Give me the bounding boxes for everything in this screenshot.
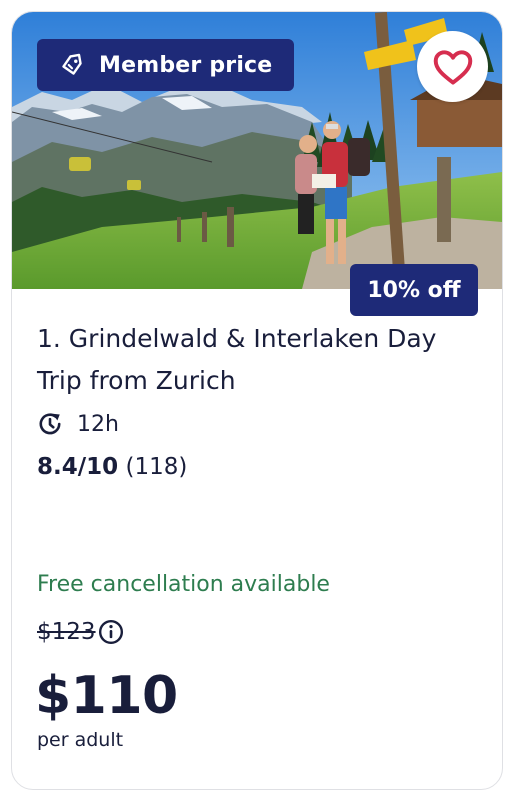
rating-score: 8.4/10 [37, 454, 119, 480]
price-unit: per adult [37, 729, 124, 751]
heart-icon [433, 49, 472, 85]
activity-card[interactable]: Member price 10% off 1. Grindelwald & In… [11, 11, 503, 790]
info-icon[interactable] [98, 619, 124, 645]
rating: 8.4/10 (118) [37, 454, 187, 480]
tag-icon [59, 52, 85, 78]
duration-text: 12h [77, 411, 119, 437]
original-price: $123 [37, 619, 96, 645]
hero-image[interactable]: Member price [12, 12, 502, 289]
clock-icon [39, 413, 61, 435]
free-cancellation: Free cancellation available [37, 572, 330, 597]
discount-badge: 10% off [350, 264, 478, 316]
member-price-badge: Member price [37, 39, 294, 91]
original-price-row: $123 [37, 619, 124, 645]
duration: 12h [37, 409, 119, 439]
activity-title[interactable]: 1. Grindelwald & Interlaken Day Trip fro… [37, 318, 477, 402]
review-count: (118) [125, 454, 188, 480]
member-price-label: Member price [99, 52, 273, 78]
current-price: $110 [35, 666, 178, 726]
favorite-button[interactable] [417, 31, 488, 102]
